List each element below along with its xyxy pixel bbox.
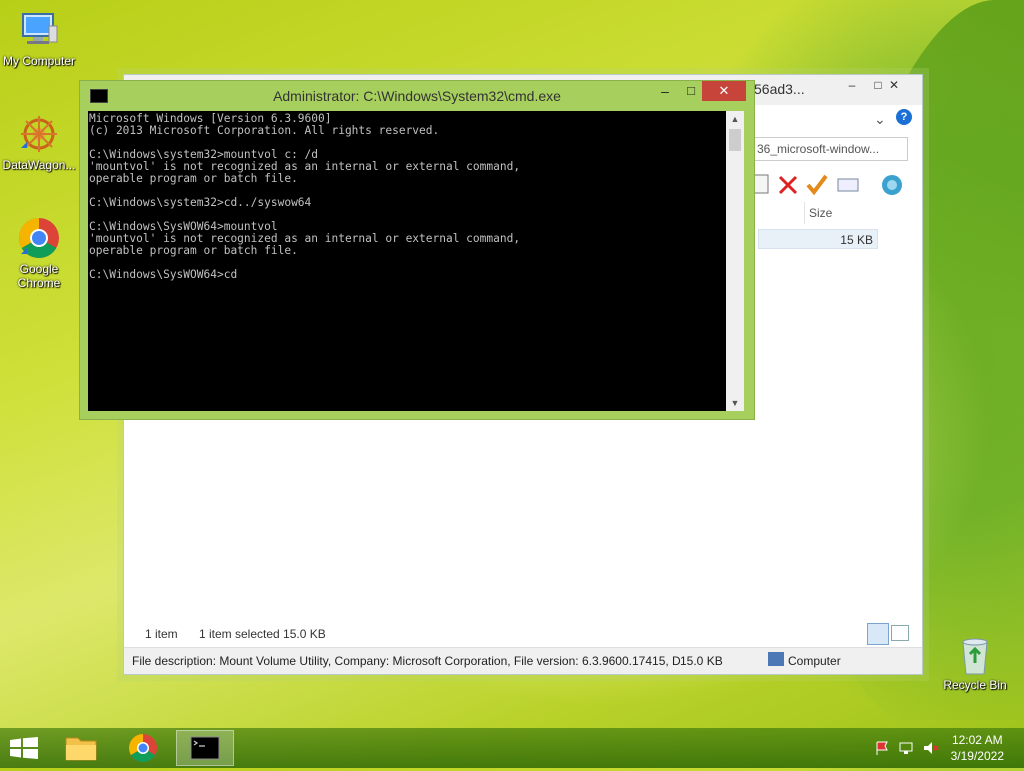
details-view-icon[interactable] <box>867 623 889 645</box>
desktop-icon-label: DataWagon... <box>2 158 76 172</box>
column-header-size[interactable]: Size <box>804 202 885 224</box>
console-line: (c) 2013 Microsoft Corporation. All righ… <box>89 124 440 137</box>
desktop-icon-label: Recycle Bin <box>943 678 1007 692</box>
taskbar-cmd[interactable] <box>176 730 234 766</box>
clipboard-icon[interactable] <box>753 174 769 194</box>
help-icon[interactable]: ? <box>896 109 912 125</box>
computer-small-icon <box>768 652 784 666</box>
cmd-maximize-button[interactable]: □ <box>678 81 704 101</box>
network-icon[interactable] <box>898 740 916 756</box>
computer-icon <box>17 8 61 52</box>
action-center-flag-icon[interactable] <box>874 740 892 756</box>
explorer-close-button[interactable]: ✕ <box>871 75 917 95</box>
explorer-statusbar: 1 item 1 item selected 15.0 KB <box>124 619 922 647</box>
ribbon-expand-chevron-icon[interactable]: ⌄ <box>874 111 886 128</box>
taskbar-chrome[interactable] <box>114 730 172 766</box>
address-bar[interactable]: 36_microsoft-window... <box>752 137 908 161</box>
file-description: File description: Mount Volume Utility, … <box>132 654 681 668</box>
cmd-window[interactable]: Administrator: C:\Windows\System32\cmd.e… <box>79 80 755 420</box>
datawagon-icon <box>17 112 61 156</box>
system-clock[interactable]: 12:02 AM 3/19/2022 <box>951 732 1004 764</box>
console-output[interactable]: Microsoft Windows [Version 6.3.9600] (c) … <box>88 111 726 411</box>
desktop-icon-recycle-bin[interactable]: Recycle Bin <box>936 632 1014 692</box>
cmd-close-button[interactable]: ✕ <box>702 81 746 101</box>
cmd-minimize-button[interactable]: – <box>652 81 678 101</box>
desktop-icon-datawagon[interactable]: DataWagon... <box>0 112 78 172</box>
console-line: operable program or batch file. <box>89 172 298 185</box>
scroll-thumb[interactable] <box>729 129 741 151</box>
status-selected: 1 item selected 15.0 KB <box>199 627 326 641</box>
volume-muted-icon[interactable] <box>922 740 940 756</box>
start-button[interactable] <box>10 737 38 759</box>
taskbar-explorer[interactable] <box>52 730 110 766</box>
address-text: 36_microsoft-window... <box>757 142 880 156</box>
desktop-icon-label: My Computer <box>2 54 76 68</box>
explorer-minimize-button[interactable]: – <box>839 75 865 95</box>
table-cell-size[interactable]: 15 KB <box>758 229 878 249</box>
clock-date: 3/19/2022 <box>950 749 1004 763</box>
taskbar: 12:02 AM 3/19/2022 <box>0 728 1024 768</box>
cmd-titlebar[interactable]: Administrator: C:\Windows\System32\cmd.e… <box>80 81 754 110</box>
chrome-icon <box>129 734 157 762</box>
console-line: C:\Windows\SysWOW64>cd <box>89 268 238 281</box>
delete-icon[interactable] <box>778 175 798 195</box>
toolbar <box>753 171 919 201</box>
console-line: operable program or batch file. <box>89 244 298 257</box>
console-scrollbar[interactable]: ▲ ▼ <box>726 111 744 411</box>
cmd-icon <box>190 736 220 760</box>
folder-icon <box>65 737 97 761</box>
explorer-title: 56ad3... <box>754 81 805 97</box>
desktop-icon-chrome[interactable]: Google Chrome <box>0 216 78 290</box>
chrome-icon <box>17 216 61 260</box>
check-icon[interactable] <box>806 174 828 196</box>
console-line: C:\Windows\system32>cd../syswow64 <box>89 196 312 209</box>
windows-logo-icon <box>10 737 38 759</box>
scroll-up-icon[interactable]: ▲ <box>726 111 744 127</box>
recycle-bin-icon <box>953 632 997 676</box>
desktop-icon-label: Google Chrome <box>17 262 61 290</box>
properties-icon[interactable] <box>837 178 859 192</box>
location-label: Computer <box>788 654 841 668</box>
details-bar: File description: Mount Volume Utility, … <box>124 647 922 674</box>
clock-time: 12:02 AM <box>951 733 1003 747</box>
thumbnails-view-icon[interactable] <box>891 625 909 641</box>
status-item-count: 1 item <box>145 627 178 641</box>
file-size: 15.0 KB <box>680 654 723 668</box>
scroll-down-icon[interactable]: ▼ <box>726 395 744 411</box>
shell-icon[interactable] <box>882 175 902 195</box>
desktop-icon-my-computer[interactable]: My Computer <box>0 8 78 68</box>
